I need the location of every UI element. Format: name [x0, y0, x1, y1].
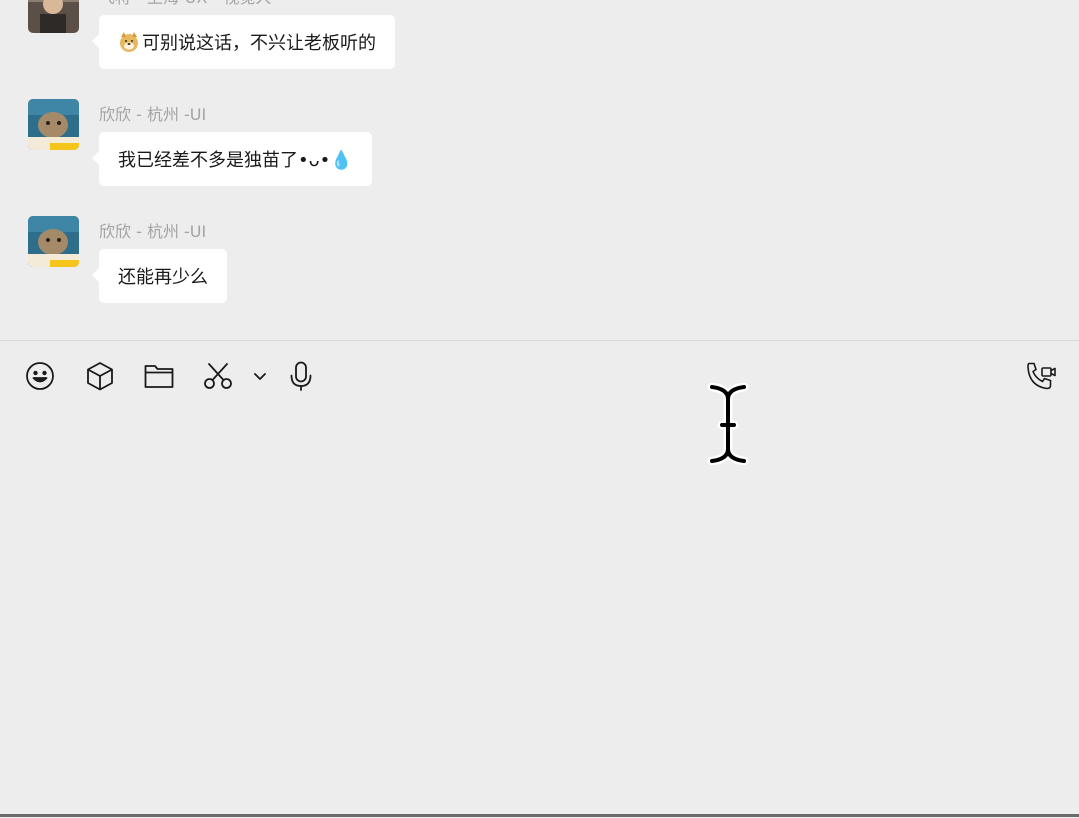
- message-bubble[interactable]: 可别说这话，不兴让老板听的: [92, 15, 395, 69]
- video-call-icon[interactable]: [1025, 360, 1057, 392]
- message-text: 可别说这话，不兴让老板听的: [142, 33, 376, 54]
- microphone-icon[interactable]: [285, 360, 317, 392]
- scissors-icon[interactable]: [202, 360, 234, 392]
- avatar[interactable]: [28, 0, 79, 33]
- doge-face-icon: [118, 31, 140, 53]
- box-icon[interactable]: [84, 360, 116, 392]
- emoji-icon[interactable]: [24, 360, 56, 392]
- avatar[interactable]: [28, 99, 79, 150]
- folder-icon[interactable]: [143, 360, 175, 392]
- sender-name: 欣欣 - 杭州 -UI: [99, 105, 207, 124]
- message-bubble[interactable]: 还能再少么: [92, 249, 227, 303]
- message-bubble[interactable]: 我已经差不多是独苗了•ᴗ•💧: [92, 132, 372, 186]
- sender-name: 欣欣 - 杭州 -UI: [99, 222, 207, 241]
- chevron-down-icon[interactable]: [244, 360, 266, 392]
- chat-history: 飞将 - 上海-UX - 视觉人 可别说这话，不兴让老板听的: [0, 0, 1079, 340]
- sender-name: 飞将 - 上海-UX - 视觉人: [99, 0, 271, 8]
- message-text: 还能再少么: [118, 267, 208, 288]
- message-input[interactable]: [0, 410, 1079, 818]
- divider: [0, 340, 1079, 341]
- avatar[interactable]: [28, 216, 79, 267]
- message-text: 我已经差不多是独苗了•ᴗ•💧: [118, 150, 353, 171]
